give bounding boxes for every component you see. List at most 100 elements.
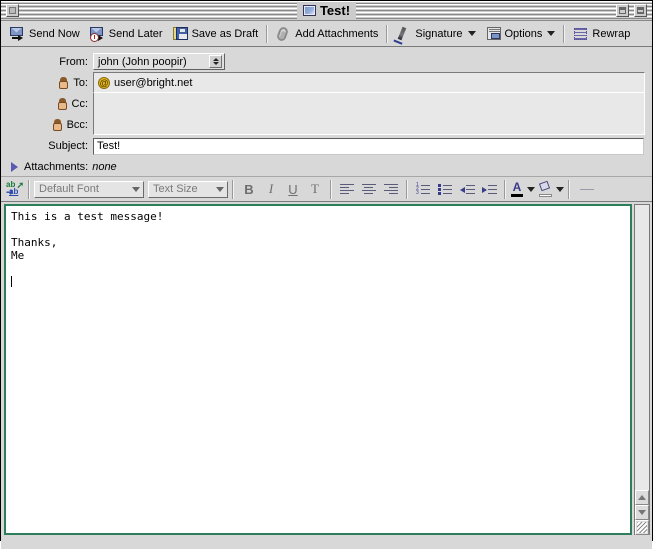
signature-label: Signature (415, 27, 463, 40)
teletype-button[interactable]: T (304, 179, 326, 199)
send-now-icon (10, 26, 26, 42)
align-left-button[interactable] (336, 179, 358, 199)
outdent-button[interactable] (456, 179, 478, 199)
spell-check-icon[interactable]: ab ➚ ab ➜ (6, 180, 24, 198)
person-icon[interactable] (57, 97, 68, 110)
person-icon[interactable] (52, 118, 63, 131)
text-color-letter: A (512, 180, 522, 194)
bold-button[interactable]: B (238, 179, 260, 199)
indent-button[interactable] (478, 179, 500, 199)
bcc-field[interactable] (93, 114, 645, 135)
font-size-select[interactable]: Text Size (148, 180, 228, 198)
attachments-value: none (92, 160, 117, 173)
underline-button[interactable]: U (282, 179, 304, 199)
align-left-icon (340, 183, 354, 195)
options-button[interactable]: Options (481, 23, 561, 45)
message-headers: From: john (John poopir) To: @ user@brig… (1, 47, 652, 176)
add-attachments-button[interactable]: Add Attachments (271, 23, 383, 45)
text-color-icon: A (510, 181, 524, 197)
send-now-button[interactable]: Send Now (5, 23, 85, 45)
body-line-1: This is a test message! (11, 210, 164, 223)
cc-field[interactable] (93, 93, 645, 114)
person-icon[interactable] (58, 76, 69, 89)
options-label: Options (504, 27, 543, 40)
main-toolbar: Send Now Send Later Save as Draft Add At… (1, 21, 652, 47)
add-attachments-label: Add Attachments (295, 27, 379, 40)
formatting-toolbar: ab➚ ab➜ Default Font Text Size B I U T (1, 176, 652, 202)
message-body-text[interactable]: This is a test message! Thanks, Me (6, 206, 630, 292)
bcc-row: Bcc: (7, 114, 646, 135)
subject-input[interactable]: Test! (93, 137, 644, 155)
italic-button[interactable]: I (260, 179, 282, 199)
body-line-3: Thanks, (11, 236, 58, 249)
format-separator (28, 179, 30, 199)
save-as-draft-button[interactable]: Save as Draft (168, 23, 264, 45)
rewrap-button[interactable]: Rewrap (568, 23, 635, 45)
window-bottom-strip (1, 535, 652, 549)
disclosure-triangle-icon[interactable] (11, 161, 18, 172)
chevron-down-icon[interactable] (556, 186, 564, 192)
message-body-frame[interactable]: This is a test message! Thanks, Me (4, 204, 632, 535)
from-account-value: john (John poopir) (98, 55, 187, 68)
to-row: To: @ user@bright.net (7, 72, 646, 93)
signature-pen-icon (396, 26, 412, 42)
stepper-arrows-icon[interactable] (209, 55, 222, 68)
text-caret (11, 276, 12, 287)
chevron-down-icon[interactable] (527, 186, 535, 192)
toolbar-separator (563, 24, 566, 43)
chevron-down-icon[interactable] (467, 31, 476, 36)
bcc-label: Bcc: (7, 118, 93, 131)
align-right-button[interactable] (380, 179, 402, 199)
title-bar[interactable]: Test! (1, 1, 652, 21)
message-body-area: This is a test message! Thanks, Me (1, 202, 652, 535)
font-size-value: Text Size (153, 183, 198, 195)
rewrap-icon (573, 26, 589, 42)
at-address-icon: @ (98, 76, 110, 89)
subject-label: Subject: (48, 140, 88, 152)
format-separator (232, 179, 234, 199)
chevron-down-icon[interactable] (547, 31, 556, 36)
body-vertical-scrollbar[interactable] (634, 204, 650, 535)
scroll-up-arrow[interactable] (635, 490, 649, 505)
send-now-label: Send Now (29, 27, 80, 40)
to-field[interactable]: @ user@bright.net (93, 72, 645, 93)
send-later-label: Send Later (108, 27, 163, 40)
signature-button[interactable]: Signature (391, 23, 480, 45)
bulleted-list-button[interactable] (434, 179, 456, 199)
save-as-draft-label: Save as Draft (191, 27, 259, 40)
from-account-popup[interactable]: john (John poopir) (93, 53, 225, 70)
horizontal-rule-button[interactable] (574, 179, 600, 199)
format-separator (504, 179, 506, 199)
compose-message-window: Test! Send Now Send Later Save as Draft (0, 0, 653, 549)
outdent-icon (459, 184, 475, 195)
horizontal-rule-icon (580, 188, 594, 190)
to-label: To: (7, 76, 93, 89)
save-draft-icon (172, 26, 189, 42)
cc-label: Cc: (7, 97, 93, 110)
zoom-box[interactable] (616, 4, 629, 17)
paint-bucket-icon (538, 180, 553, 197)
toolbar-separator (266, 24, 269, 43)
chevron-down-icon (132, 186, 140, 192)
cc-label-text: Cc: (71, 97, 89, 110)
font-family-select[interactable]: Default Font (34, 180, 144, 198)
bulleted-list-icon (438, 183, 452, 195)
numbered-list-button[interactable]: 1 2 3 (412, 179, 434, 199)
scroll-down-arrow[interactable] (635, 505, 649, 520)
resize-grip[interactable] (635, 520, 649, 535)
bcc-label-text: Bcc: (66, 118, 88, 131)
subject-row: Subject: Test! (7, 135, 646, 157)
send-later-icon (89, 26, 106, 42)
cc-row: Cc: (7, 93, 646, 114)
send-later-button[interactable]: Send Later (85, 23, 168, 45)
attachments-label: Attachments: (24, 160, 89, 173)
format-separator (568, 179, 570, 199)
close-box[interactable] (6, 4, 19, 17)
to-value: user@bright.net (114, 76, 193, 89)
align-center-button[interactable] (358, 179, 380, 199)
text-color-button[interactable]: A (510, 181, 535, 197)
collapse-box[interactable] (634, 4, 647, 17)
indent-icon (481, 184, 497, 195)
highlight-color-button[interactable] (538, 180, 564, 197)
to-label-text: To: (73, 76, 88, 89)
